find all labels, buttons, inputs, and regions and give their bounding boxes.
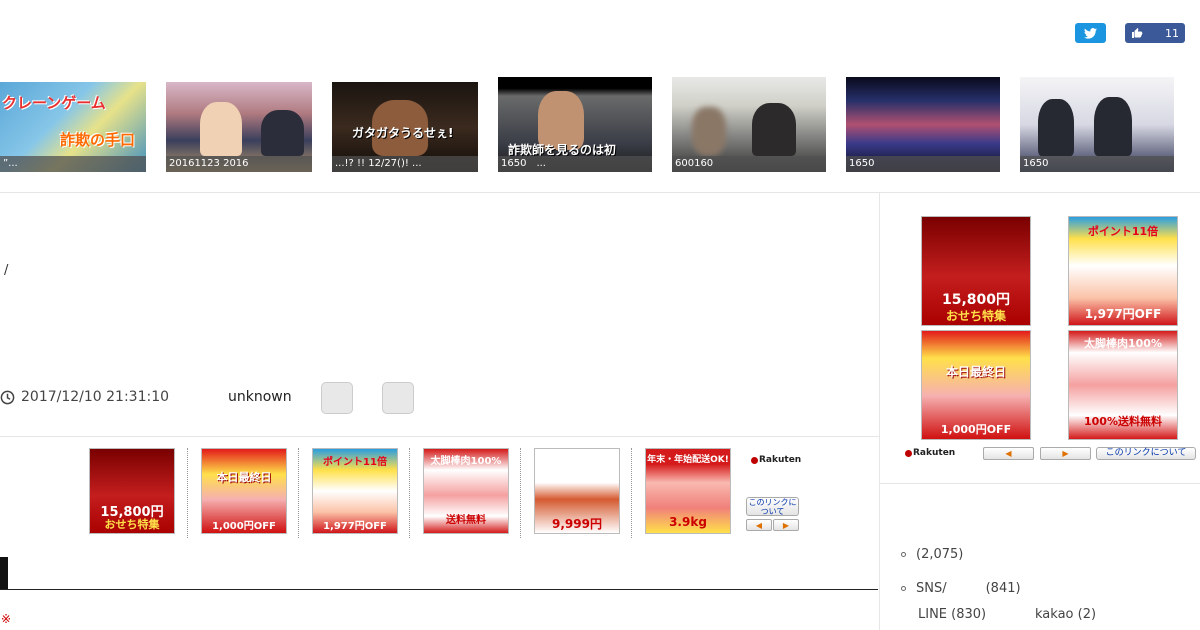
ad-text: 太脚棒肉100% <box>1084 337 1162 350</box>
ad-separator <box>520 448 521 538</box>
twitter-icon <box>1084 27 1097 39</box>
thumbnail-overlay-text: ガタガタうるせぇ! <box>352 126 454 140</box>
about-link-button[interactable]: このリンクについて <box>746 497 799 516</box>
ad-separator <box>409 448 410 538</box>
rakuten-logo[interactable]: Rakuten <box>751 455 801 465</box>
thumbnail-caption: 600160 <box>672 156 826 172</box>
ad-separator <box>298 448 299 538</box>
post-date-text: 2017/12/10 21:31:10 <box>21 389 170 405</box>
next-button[interactable]: ▶ <box>1040 447 1091 460</box>
rakuten-ad-banner[interactable]: 太脚棒肉100% 送料無料 <box>423 448 509 534</box>
bullet-icon <box>901 552 906 557</box>
video-thumbnail[interactable]: ガタガタうるせぇ! ...!? !! 12/27()! ... <box>332 82 478 172</box>
section-marker <box>0 557 8 589</box>
ad-text: 9,999円 <box>552 517 602 531</box>
ad-text: 15,800円 <box>941 292 1011 308</box>
rakuten-logo-text: Rakuten <box>759 455 802 465</box>
arrow-right-icon: ▶ <box>782 520 790 530</box>
thumbnail-caption: 20161123 2016 <box>166 156 312 172</box>
category-item[interactable]: (2,075) <box>901 547 963 562</box>
share-button[interactable] <box>321 382 353 414</box>
prev-button[interactable]: ◀ <box>746 519 772 531</box>
subcategory-item[interactable]: LINE (830) <box>918 607 986 622</box>
bullet-icon <box>901 586 906 591</box>
video-thumbnail[interactable]: 20161123 2016 <box>166 82 312 172</box>
post-date: 2017/12/10 21:31:10 <box>0 389 169 405</box>
divider <box>880 483 1200 484</box>
video-thumbnail[interactable]: 1650 <box>1020 77 1174 172</box>
divider <box>0 192 1200 193</box>
thumbnail-overlay-text: 詐欺の手口 <box>60 131 136 149</box>
ad-text: 年末・年始配送OK! <box>647 455 729 465</box>
thumbnail-caption: ”... <box>0 156 146 172</box>
ad-text: おせち特集 <box>104 518 160 531</box>
rakuten-r-icon <box>751 456 758 464</box>
facebook-like-button[interactable]: 11 <box>1125 23 1185 43</box>
clock-icon <box>0 390 15 404</box>
thumbs-up-icon <box>1132 28 1143 38</box>
subcategory-item[interactable]: kakao (2) <box>1035 607 1096 622</box>
category-label: (2,075) <box>916 547 964 562</box>
rakuten-ad-banner[interactable]: 年末・年始配送OK! 3.9kg <box>645 448 731 534</box>
sidebar-ad-banner[interactable]: 太脚棒肉100% 100%送料無料 <box>1068 330 1178 440</box>
post-author: unknown <box>228 389 292 405</box>
ad-text: 1,977円OFF <box>1084 307 1162 321</box>
arrow-left-icon: ◀ <box>1005 449 1012 458</box>
ad-text: ポイント11倍 <box>1087 225 1159 238</box>
ad-text: 本日最終日 <box>216 471 272 484</box>
thumbnail-overlay-text: クレーンゲーム <box>2 94 106 112</box>
ad-separator <box>631 448 632 538</box>
sidebar-border <box>879 193 880 630</box>
about-link-button[interactable]: このリンクについて <box>1096 447 1196 460</box>
ad-text: 送料無料 <box>446 515 486 526</box>
rakuten-ad-banner[interactable]: 本日最終日 1,000円OFF <box>201 448 287 534</box>
ad-text: 100%送料無料 <box>1084 415 1162 428</box>
ad-text: おせち特集 <box>945 309 1006 323</box>
thumbnail-caption: 1650 <box>1020 156 1174 172</box>
sidebar-ad-banner[interactable]: 本日最終日 1,000円OFF <box>921 330 1031 440</box>
ad-text: 3.9kg <box>669 515 707 529</box>
subcategory-label: LINE (830) <box>918 607 987 622</box>
rakuten-logo-text: Rakuten <box>913 448 956 458</box>
ad-separator <box>187 448 188 538</box>
sidebar-ad-banner[interactable]: 15,800円 おせち特集 <box>921 216 1031 326</box>
thumbnail-caption: 1650 ... <box>498 156 652 172</box>
rakuten-ad-banner[interactable]: 9,999円 <box>534 448 620 534</box>
video-thumbnail[interactable]: クレーンゲーム 詐欺の手口 ”... <box>0 82 146 172</box>
ad-text: 本日最終日 <box>945 365 1006 379</box>
video-thumbnail[interactable]: 詐欺師を見るのは初 1650 ... <box>498 77 652 172</box>
arrow-left-icon: ◀ <box>755 520 763 530</box>
video-thumbnail[interactable]: 600160 <box>672 77 826 172</box>
category-label: SNS/ (841) <box>916 581 1021 596</box>
note-mark: ※ <box>1 612 12 626</box>
video-thumbnail[interactable]: 1650 <box>846 77 1000 172</box>
article-excerpt: / <box>4 263 9 278</box>
facebook-like-count: 11 <box>1165 26 1179 40</box>
ad-text: 1,000円OFF <box>940 423 1012 436</box>
ad-text: 1,977円OFF <box>323 521 387 532</box>
section-underline <box>0 589 878 590</box>
ad-text: ポイント11倍 <box>323 457 387 468</box>
divider <box>0 436 879 437</box>
arrow-right-icon: ▶ <box>1062 449 1069 458</box>
rakuten-ad-banner[interactable]: 15,800円 おせち特集 <box>89 448 175 534</box>
ad-text: 1,000円OFF <box>212 521 276 532</box>
share-button[interactable] <box>382 382 414 414</box>
rakuten-r-icon <box>905 449 912 457</box>
next-button[interactable]: ▶ <box>773 519 799 531</box>
thumbnail-caption: 1650 <box>846 156 1000 172</box>
subcategory-label: kakao (2) <box>1035 607 1097 622</box>
sidebar-ad-banner[interactable]: ポイント11倍 1,977円OFF <box>1068 216 1178 326</box>
prev-button[interactable]: ◀ <box>983 447 1034 460</box>
ad-text: 太脚棒肉100% <box>430 456 502 467</box>
rakuten-ad-banner[interactable]: ポイント11倍 1,977円OFF <box>312 448 398 534</box>
thumbnail-caption: ...!? !! 12/27()! ... <box>332 156 478 172</box>
rakuten-logo[interactable]: Rakuten <box>905 448 955 458</box>
twitter-share-button[interactable] <box>1075 23 1106 43</box>
category-item[interactable]: SNS/ (841) <box>901 577 1021 596</box>
